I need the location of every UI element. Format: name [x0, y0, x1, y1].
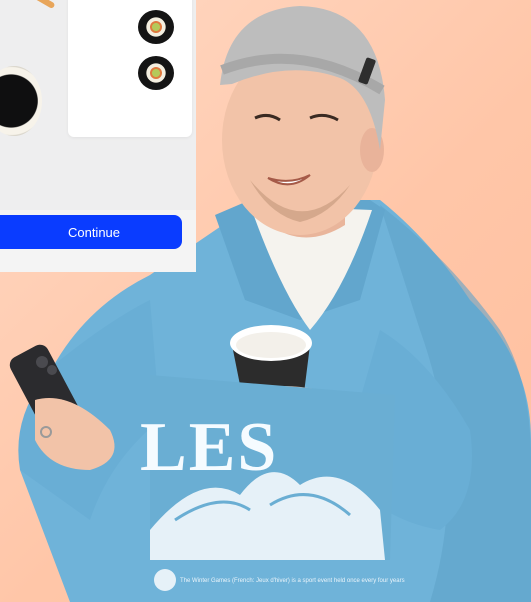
- sushi-plate-image: [0, 0, 196, 210]
- soy-sauce-icon: [0, 66, 42, 136]
- checkout-card: Continue: [0, 0, 196, 272]
- sweatshirt-fine-print: The Winter Games (French: Jeux d'hiver) …: [180, 578, 405, 584]
- promo-stage: LES The Winter Games (French: Jeux d'hiv…: [0, 0, 531, 602]
- chopsticks-icon: [26, 0, 56, 10]
- sushi-icon: [138, 56, 174, 90]
- sweatshirt-headline: LES: [140, 409, 278, 486]
- continue-button[interactable]: Continue: [0, 215, 182, 249]
- sushi-icon: [138, 10, 174, 44]
- plate-icon: [68, 0, 192, 137]
